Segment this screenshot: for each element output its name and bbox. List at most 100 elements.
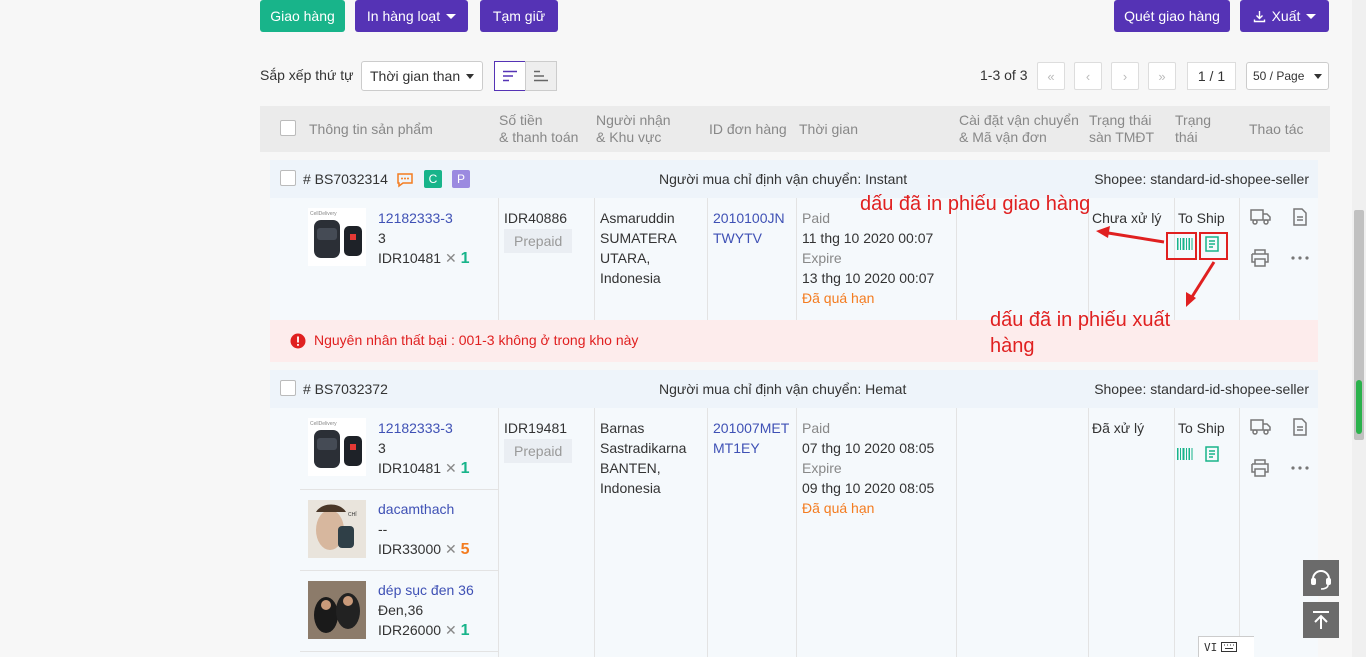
recipient-info: Asmaruddin SUMATERA UTARA, Indonesia bbox=[600, 210, 677, 286]
export-printed-doc-icon bbox=[1205, 446, 1219, 462]
order-times: Paid 11 thg 10 2020 00:07 Expire 13 thg … bbox=[802, 210, 935, 306]
product-variant: -- bbox=[378, 521, 388, 537]
ship-button[interactable]: Giao hàng bbox=[260, 0, 345, 32]
delivery-printed-barcode-icon bbox=[1177, 448, 1193, 460]
header-order-id: ID đơn hàng bbox=[709, 121, 787, 137]
product-sku-link[interactable]: dacamthach bbox=[378, 499, 454, 519]
buyer-shipping: Người mua chỉ định vận chuyển: Instant bbox=[659, 171, 908, 187]
first-page-button[interactable]: « bbox=[1037, 62, 1065, 90]
sort-descending-button[interactable] bbox=[494, 61, 526, 91]
svg-text:CellDelivery: CellDelivery bbox=[310, 211, 337, 217]
more-icon[interactable] bbox=[1291, 466, 1309, 470]
order-code[interactable]: # BS7032372 bbox=[303, 379, 388, 399]
shop-name: Shopee: standard-id-shopee-seller bbox=[1094, 171, 1309, 187]
product-variant: 3 bbox=[378, 440, 386, 456]
header-recipient: Người nhận & Khu vực bbox=[596, 112, 671, 145]
header-shipping: Cài đặt vận chuyển & Mã vận đơn bbox=[959, 112, 1079, 145]
product-image-face-roller: CHỈ bbox=[308, 500, 366, 558]
buyer-shipping: Người mua chỉ định vận chuyển: Hemat bbox=[659, 381, 907, 397]
chat-icon[interactable] bbox=[396, 172, 414, 188]
payment-tag: Prepaid bbox=[504, 229, 573, 253]
batch-print-button[interactable]: In hàng loạt bbox=[355, 0, 468, 32]
document-icon[interactable] bbox=[1292, 418, 1308, 436]
per-page-select[interactable]: 50 / Page bbox=[1246, 62, 1329, 90]
download-icon bbox=[1253, 10, 1265, 22]
order-status: To Ship bbox=[1178, 420, 1225, 436]
header-actions: Thao tác bbox=[1249, 121, 1304, 137]
badge-p: P bbox=[452, 170, 470, 188]
chevron-down-icon bbox=[466, 73, 474, 79]
product-variant: Đen,36 bbox=[378, 602, 424, 618]
ime-indicator[interactable]: VI bbox=[1198, 636, 1254, 657]
order-header: # BS7032372 Người mua chỉ định vận chuyể… bbox=[270, 370, 1318, 408]
next-page-button[interactable]: › bbox=[1111, 62, 1139, 90]
sort-asc-icon bbox=[534, 70, 548, 82]
recipient-info: Barnas Sastradikarna BANTEN, Indonesia bbox=[600, 420, 687, 496]
sort-select[interactable]: Thời gian than bbox=[361, 61, 483, 91]
caret-down-icon bbox=[446, 13, 457, 19]
printer-icon[interactable] bbox=[1250, 249, 1270, 267]
printer-icon[interactable] bbox=[1250, 459, 1270, 477]
last-page-button[interactable]: » bbox=[1148, 62, 1176, 90]
annotation-delivery-printed: dấu đã in phiếu giao hàng bbox=[860, 193, 1091, 215]
product-sku-link[interactable]: dép sục đen 36 bbox=[378, 580, 474, 600]
order-checkbox[interactable] bbox=[280, 170, 296, 186]
header-platform-status: Trạng thái sàn TMĐT bbox=[1089, 112, 1155, 145]
header-product: Thông tin sản phẩm bbox=[309, 121, 433, 137]
platform-status: Đã xử lý bbox=[1092, 420, 1145, 436]
back-to-top-button[interactable] bbox=[1303, 602, 1339, 638]
shop-name: Shopee: standard-id-shopee-seller bbox=[1094, 381, 1309, 397]
scroll-indicator bbox=[1356, 380, 1362, 434]
sort-desc-icon bbox=[503, 70, 517, 82]
product-price-qty: IDR10481 ✕ 1 bbox=[378, 460, 470, 477]
order-checkbox[interactable] bbox=[280, 380, 296, 396]
product-variant: 3 bbox=[378, 230, 386, 246]
svg-text:CHỈ: CHỈ bbox=[348, 511, 357, 518]
chevron-down-icon bbox=[1314, 73, 1322, 79]
product-image-backpack: CellDelivery bbox=[308, 418, 366, 476]
order-id-link[interactable]: 201007MET MT1EY bbox=[713, 418, 789, 458]
order-amount: IDR40886 bbox=[504, 210, 568, 226]
pagination-range: 1-3 of 3 bbox=[980, 67, 1028, 83]
select-all-checkbox[interactable] bbox=[280, 120, 296, 136]
header-amount: Số tiền & thanh toán bbox=[499, 112, 579, 145]
product-image-sandals bbox=[308, 581, 366, 639]
support-button[interactable] bbox=[1303, 560, 1339, 596]
order-management-page: Giao hàng In hàng loạt Tạm giữ Quét giao… bbox=[0, 0, 1366, 657]
error-message: Nguyên nhân thất bại : 001-3 không ở tro… bbox=[314, 332, 639, 348]
hold-button[interactable]: Tạm giữ bbox=[480, 0, 558, 32]
product-price-qty: IDR26000 ✕ 1 bbox=[378, 622, 470, 639]
prev-page-button[interactable]: ‹ bbox=[1074, 62, 1102, 90]
page-indicator[interactable]: 1 / 1 bbox=[1187, 62, 1236, 90]
annotation-arrows bbox=[1096, 226, 1216, 307]
badge-c: C bbox=[424, 170, 442, 188]
table-header: Thông tin sản phẩm Số tiền & thanh toán N… bbox=[260, 106, 1330, 152]
order-id-link[interactable]: 2010100JN TWYTV bbox=[713, 208, 785, 248]
scan-ship-button[interactable]: Quét giao hàng bbox=[1114, 0, 1230, 32]
document-icon[interactable] bbox=[1292, 208, 1308, 226]
caret-down-icon bbox=[1306, 13, 1317, 19]
truck-icon[interactable] bbox=[1250, 208, 1272, 226]
header-status: Trạng thái bbox=[1175, 112, 1212, 145]
error-icon bbox=[290, 333, 306, 349]
product-price-qty: IDR33000 ✕ 5 bbox=[378, 541, 470, 558]
order-code[interactable]: # BS7032314 bbox=[303, 169, 388, 189]
header-time: Thời gian bbox=[799, 121, 858, 137]
sort-ascending-button[interactable] bbox=[525, 61, 557, 91]
truck-icon[interactable] bbox=[1250, 418, 1272, 436]
order-row: CellDelivery 12182333-3 3 IDR10481 ✕ 1 C… bbox=[270, 408, 1318, 657]
annotation-export-printed: dấu đã in phiếu xuất hàng bbox=[990, 309, 1171, 357]
headset-icon bbox=[1311, 570, 1331, 590]
order-times: Paid 07 thg 10 2020 08:05 Expire 09 thg … bbox=[802, 420, 935, 516]
product-image-backpack: CellDelivery bbox=[308, 208, 366, 266]
product-price-qty: IDR10481 ✕ 1 bbox=[378, 250, 470, 267]
keyboard-icon bbox=[1221, 642, 1238, 652]
order-amount: IDR19481 bbox=[504, 420, 568, 436]
export-button[interactable]: Xuất bbox=[1240, 0, 1329, 32]
more-icon[interactable] bbox=[1291, 256, 1309, 260]
sort-label: Sắp xếp thứ tự bbox=[260, 67, 354, 83]
payment-tag: Prepaid bbox=[504, 439, 573, 463]
product-sku-link[interactable]: 12182333-3 bbox=[378, 418, 453, 438]
product-sku-link[interactable]: 12182333-3 bbox=[378, 208, 453, 228]
arrow-up-icon bbox=[1313, 611, 1329, 629]
